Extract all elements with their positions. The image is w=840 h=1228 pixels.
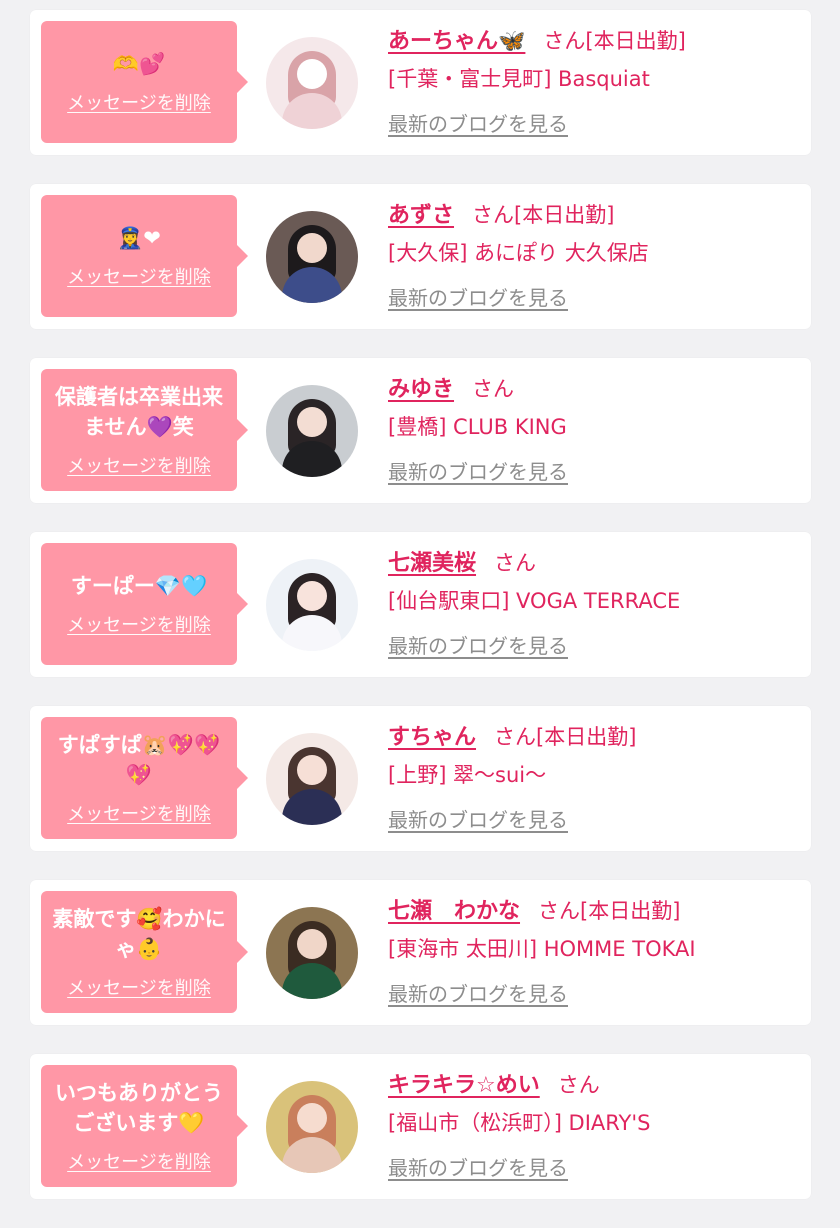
message-bubble: 🫶💕 メッセージを削除	[41, 21, 248, 143]
name-row: 七瀬 わかな さん[本日出勤]	[388, 892, 797, 930]
message-list: 🫶💕 メッセージを削除 あーちゃん🦋 さん[本日出勤] [千葉・富士見町] Bas…	[30, 10, 811, 1228]
honorific: さん	[472, 203, 515, 227]
message-bubble: 保護者は卒業出来ません💜笑 メッセージを削除	[41, 369, 248, 491]
message-text: 🫶💕	[112, 52, 166, 76]
delete-message-link[interactable]: メッセージを削除	[67, 89, 211, 115]
message-text: すーぱー💎🩵	[70, 574, 208, 598]
message-card: すぱすぱ🐹💖💖💖 メッセージを削除 すちゃん さん[本日出勤] [上野] 翠〜su…	[30, 706, 811, 851]
delete-message-link[interactable]: メッセージを削除	[67, 611, 211, 637]
message-bubble: すぱすぱ🐹💖💖💖 メッセージを削除	[41, 717, 248, 839]
message-bubble: 素敵です🥰わかにゃ👶 メッセージを削除	[41, 891, 248, 1013]
avatar-face	[297, 581, 327, 611]
avatar-face	[297, 929, 327, 959]
girl-name-link[interactable]: あずさ	[388, 203, 454, 228]
delete-message-link[interactable]: メッセージを削除	[67, 974, 211, 1000]
message-card: 素敵です🥰わかにゃ👶 メッセージを削除 七瀬 わかな さん[本日出勤] [東海市 …	[30, 880, 811, 1025]
girl-name-link[interactable]: 七瀬美桜	[388, 551, 476, 576]
profile-info: みゆき さん [豊橋] CLUB KING 最新のブログを見る	[388, 370, 797, 485]
profile-info: すちゃん さん[本日出勤] [上野] 翠〜sui〜 最新のブログを見る	[388, 718, 797, 833]
profile-avatar[interactable]	[266, 211, 358, 303]
message-card: 🫶💕 メッセージを削除 あーちゃん🦋 さん[本日出勤] [千葉・富士見町] Bas…	[30, 10, 811, 155]
name-row: あーちゃん🦋 さん[本日出勤]	[388, 22, 797, 60]
name-row: キラキラ☆めい さん	[388, 1066, 797, 1104]
profile-avatar[interactable]	[266, 733, 358, 825]
avatar-face	[297, 1103, 327, 1133]
profile-info: 七瀬美桜 さん [仙台駅東口] VOGA TERRACE 最新のブログを見る	[388, 544, 797, 659]
working-today-badge: [本日出勤]	[580, 899, 681, 923]
avatar-face	[297, 59, 327, 89]
delete-message-link[interactable]: メッセージを削除	[67, 452, 211, 478]
latest-blog-link[interactable]: 最新のブログを見る	[388, 630, 568, 659]
delete-message-link[interactable]: メッセージを削除	[67, 800, 211, 826]
profile-avatar[interactable]	[266, 37, 358, 129]
profile-info: あずさ さん[本日出勤] [大久保] あにぽり 大久保店 最新のブログを見る	[388, 196, 797, 311]
girl-name-link[interactable]: キラキラ☆めい	[388, 1073, 540, 1098]
shop-label[interactable]: [福山市（松浜町）] DIARY'S	[388, 1104, 797, 1142]
shop-label[interactable]: [大久保] あにぽり 大久保店	[388, 234, 797, 272]
message-bubble: すーぱー💎🩵 メッセージを削除	[41, 543, 248, 665]
message-bubble: いつもありがとうございます💛 メッセージを削除	[41, 1065, 248, 1187]
working-today-badge: [本日出勤]	[536, 725, 637, 749]
message-card: 👮‍♀️❤ メッセージを削除 あずさ さん[本日出勤] [大久保] あにぽり 大久…	[30, 184, 811, 329]
name-row: すちゃん さん[本日出勤]	[388, 718, 797, 756]
working-today-badge: [本日出勤]	[585, 29, 686, 53]
profile-avatar[interactable]	[266, 907, 358, 999]
honorific: さん	[472, 377, 515, 401]
delete-message-link[interactable]: メッセージを削除	[67, 1148, 211, 1174]
profile-avatar[interactable]	[266, 1081, 358, 1173]
girl-name-link[interactable]: あーちゃん🦋	[388, 29, 525, 54]
avatar-face	[297, 755, 327, 785]
message-card: 保護者は卒業出来ません💜笑 メッセージを削除 みゆき さん [豊橋] CLUB K…	[30, 358, 811, 503]
message-card: すーぱー💎🩵 メッセージを削除 七瀬美桜 さん [仙台駅東口] VOGA TERR…	[30, 532, 811, 677]
working-today-badge: [本日出勤]	[514, 203, 615, 227]
message-text: 素敵です🥰わかにゃ👶	[52, 907, 226, 961]
girl-name-link[interactable]: すちゃん	[388, 725, 476, 750]
honorific: さん	[538, 899, 581, 923]
shop-label[interactable]: [豊橋] CLUB KING	[388, 408, 797, 446]
profile-info: あーちゃん🦋 さん[本日出勤] [千葉・富士見町] Basquiat 最新のブログ…	[388, 22, 797, 137]
message-card: いつもありがとうございます💛 メッセージを削除 キラキラ☆めい さん [福山市（松…	[30, 1054, 811, 1199]
latest-blog-link[interactable]: 最新のブログを見る	[388, 1152, 568, 1181]
delete-message-link[interactable]: メッセージを削除	[67, 263, 211, 289]
avatar-face	[297, 233, 327, 263]
latest-blog-link[interactable]: 最新のブログを見る	[388, 282, 568, 311]
profile-info: キラキラ☆めい さん [福山市（松浜町）] DIARY'S 最新のブログを見る	[388, 1066, 797, 1181]
message-text: いつもありがとうございます💛	[55, 1081, 223, 1135]
girl-name-link[interactable]: みゆき	[388, 377, 454, 402]
shop-label[interactable]: [東海市 太田川] HOMME TOKAI	[388, 930, 797, 968]
honorific: さん	[494, 725, 537, 749]
message-bubble: 👮‍♀️❤ メッセージを削除	[41, 195, 248, 317]
shop-label[interactable]: [上野] 翠〜sui〜	[388, 756, 797, 794]
message-text: すぱすぱ🐹💖💖💖	[57, 733, 221, 787]
profile-avatar[interactable]	[266, 385, 358, 477]
honorific: さん	[557, 1073, 600, 1097]
profile-avatar[interactable]	[266, 559, 358, 651]
profile-info: 七瀬 わかな さん[本日出勤] [東海市 太田川] HOMME TOKAI 最新の…	[388, 892, 797, 1007]
latest-blog-link[interactable]: 最新のブログを見る	[388, 804, 568, 833]
name-row: 七瀬美桜 さん	[388, 544, 797, 582]
shop-label[interactable]: [千葉・富士見町] Basquiat	[388, 60, 797, 98]
name-row: みゆき さん	[388, 370, 797, 408]
message-text: 👮‍♀️❤	[117, 226, 161, 250]
honorific: さん	[543, 29, 586, 53]
latest-blog-link[interactable]: 最新のブログを見る	[388, 108, 568, 137]
latest-blog-link[interactable]: 最新のブログを見る	[388, 456, 568, 485]
shop-label[interactable]: [仙台駅東口] VOGA TERRACE	[388, 582, 797, 620]
latest-blog-link[interactable]: 最新のブログを見る	[388, 978, 568, 1007]
girl-name-link[interactable]: 七瀬 わかな	[388, 899, 520, 924]
avatar-face	[297, 407, 327, 437]
honorific: さん	[494, 551, 537, 575]
message-text: 保護者は卒業出来ません💜笑	[55, 385, 223, 439]
name-row: あずさ さん[本日出勤]	[388, 196, 797, 234]
